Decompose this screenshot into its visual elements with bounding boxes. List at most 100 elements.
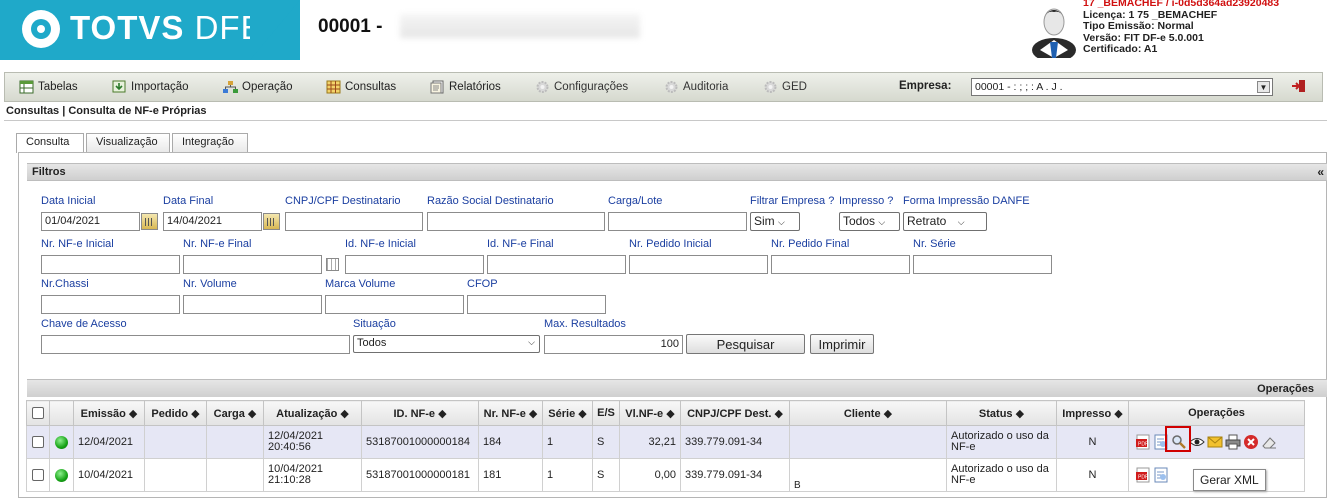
- filtros-header: Filtros «: [27, 163, 1327, 181]
- calendar-icon[interactable]: [141, 213, 158, 230]
- calendar-icon[interactable]: [263, 213, 280, 230]
- forma-impressao-select[interactable]: Retrato ⌵: [903, 212, 987, 231]
- email-icon[interactable]: [1207, 434, 1223, 450]
- col-atualizacao[interactable]: Atualização ◆: [263, 400, 362, 426]
- filtrar-empresa-select[interactable]: Sim ⌵: [750, 212, 800, 231]
- col-cliente[interactable]: Cliente ◆: [789, 400, 947, 426]
- cnpj-input[interactable]: [285, 212, 423, 231]
- pdf-icon[interactable]: PDF: [1135, 467, 1151, 483]
- cancel-icon[interactable]: [1243, 434, 1259, 450]
- col-emissao[interactable]: Emissão ◆: [73, 400, 145, 426]
- cell-cnpj: 339.779.091-34: [680, 458, 790, 492]
- forma-impressao-value: Retrato: [907, 214, 947, 228]
- max-resultados-label: Max. Resultados: [544, 318, 626, 330]
- tab-integracao[interactable]: Integração: [172, 133, 248, 152]
- nr-inicial-input[interactable]: [41, 255, 180, 274]
- cell-valor: 0,00: [619, 458, 681, 492]
- totvs-logo-icon: [22, 10, 60, 48]
- exit-icon[interactable]: [1291, 78, 1307, 94]
- data-inicial-label: Data Inicial: [41, 195, 96, 207]
- user-line-3: Tipo Emissão: Normal: [1083, 20, 1194, 32]
- col-cnpj[interactable]: CNPJ/CPF Dest. ◆: [680, 400, 790, 426]
- row-checkbox-cell: [26, 458, 50, 492]
- tab-consulta[interactable]: Consulta: [16, 133, 84, 153]
- menu-importacao[interactable]: Importação: [112, 80, 189, 94]
- data-inicial-input[interactable]: 01/04/2021: [41, 212, 140, 231]
- status-green-icon: [55, 468, 68, 482]
- id-inicial-input[interactable]: [345, 255, 484, 274]
- volume-label: Nr. Volume: [183, 278, 237, 290]
- col-es[interactable]: E/S: [592, 400, 620, 426]
- col-pedido[interactable]: Pedido ◆: [144, 400, 207, 426]
- eye-icon[interactable]: [1189, 434, 1205, 450]
- menu-operacao[interactable]: Operação: [223, 80, 293, 94]
- empresa-label: Empresa:: [899, 80, 952, 92]
- col-serie[interactable]: Série ◆: [542, 400, 593, 426]
- volume-input[interactable]: [183, 295, 322, 314]
- cell-serie: 1: [542, 458, 593, 492]
- pedido-final-input[interactable]: [771, 255, 910, 274]
- cell-serie: 1: [542, 425, 593, 459]
- eraser-icon[interactable]: [1261, 434, 1277, 450]
- tab-visualizacao[interactable]: Visualização: [86, 133, 170, 152]
- col-nr-nfe[interactable]: Nr. NF-e ◆: [478, 400, 543, 426]
- menu-auditoria[interactable]: Auditoria: [664, 80, 728, 94]
- razao-social-input[interactable]: [427, 212, 605, 231]
- nr-final-label: Nr. NF-e Final: [183, 238, 252, 250]
- chave-acesso-input[interactable]: [41, 335, 350, 354]
- menu-consultas[interactable]: Consultas: [326, 80, 396, 94]
- menu-relatorios[interactable]: Relatórios: [430, 80, 501, 94]
- cell-emissao: 12/04/2021: [73, 425, 145, 459]
- carga-lote-input[interactable]: [608, 212, 747, 231]
- pedido-final-label: Nr. Pedido Final: [771, 238, 850, 250]
- empresa-select[interactable]: 00001 - : ; ; : A . J . ▼: [971, 78, 1273, 96]
- filtrar-empresa-value: Sim: [754, 214, 775, 228]
- cfop-input[interactable]: [467, 295, 606, 314]
- col-cnpj-label: CNPJ/CPF Dest.: [687, 407, 772, 420]
- impresso-select[interactable]: Todos ⌵: [839, 212, 900, 231]
- menu-relatorios-label: Relatórios: [449, 81, 501, 93]
- chassi-input[interactable]: [41, 295, 180, 314]
- marca-volume-input[interactable]: [325, 295, 464, 314]
- cell-es: S: [592, 458, 620, 492]
- imprimir-button[interactable]: Imprimir: [810, 334, 874, 354]
- cell-cliente: B: [789, 458, 947, 492]
- col-id-nfe[interactable]: ID. NF-e ◆: [361, 400, 479, 426]
- table-row[interactable]: 12/04/2021 12/04/2021 20:40:56 531870010…: [26, 425, 1305, 459]
- col-carga[interactable]: Carga ◆: [206, 400, 264, 426]
- max-resultados-input[interactable]: 100: [544, 335, 683, 354]
- col-valor[interactable]: Vl.NF-e ◆: [619, 400, 681, 426]
- nr-inicial-label: Nr. NF-e Inicial: [41, 238, 114, 250]
- printer-icon[interactable]: [1225, 434, 1241, 450]
- col-id-nfe-label: ID. NF-e: [393, 407, 436, 420]
- col-operacoes-label: Operações: [1188, 407, 1245, 419]
- nr-final-input[interactable]: [183, 255, 322, 274]
- id-final-input[interactable]: [487, 255, 626, 274]
- table-row[interactable]: 10/04/2021 10/04/2021 21:10:28 531870010…: [26, 458, 1305, 492]
- menu-tabelas[interactable]: Tabelas: [19, 80, 78, 94]
- serie-input[interactable]: [913, 255, 1052, 274]
- xml-icon[interactable]: [1153, 467, 1169, 483]
- pesquisar-button[interactable]: Pesquisar: [686, 334, 805, 354]
- operacoes-bar: Operações: [27, 379, 1327, 397]
- cell-nr-nfe: 181: [478, 458, 543, 492]
- row-checkbox[interactable]: [32, 436, 44, 449]
- data-final-input[interactable]: 14/04/2021: [163, 212, 262, 231]
- svg-text:PDF: PDF: [1138, 442, 1148, 448]
- select-all-checkbox[interactable]: [32, 407, 44, 420]
- menu-configuracoes[interactable]: Configurações: [535, 80, 628, 94]
- col-impresso[interactable]: Impresso ◆: [1056, 400, 1129, 426]
- select-all-header: [26, 400, 50, 426]
- collapse-icon[interactable]: «: [1317, 165, 1324, 179]
- header: TOTVS DFE 00001 - 17 _BEMACHEF / i-0d5d3…: [0, 0, 1327, 62]
- situacao-select[interactable]: Todos ⌵: [353, 335, 540, 353]
- situacao-label: Situação: [353, 318, 396, 330]
- grid-icon[interactable]: [326, 258, 339, 271]
- col-status[interactable]: Status ◆: [946, 400, 1057, 426]
- grid-icon: [326, 80, 341, 94]
- cfop-label: CFOP: [467, 278, 498, 290]
- menu-ged[interactable]: GED: [763, 80, 807, 94]
- row-checkbox[interactable]: [32, 469, 44, 482]
- pedido-inicial-input[interactable]: [629, 255, 768, 274]
- pdf-icon[interactable]: PDF: [1135, 434, 1151, 450]
